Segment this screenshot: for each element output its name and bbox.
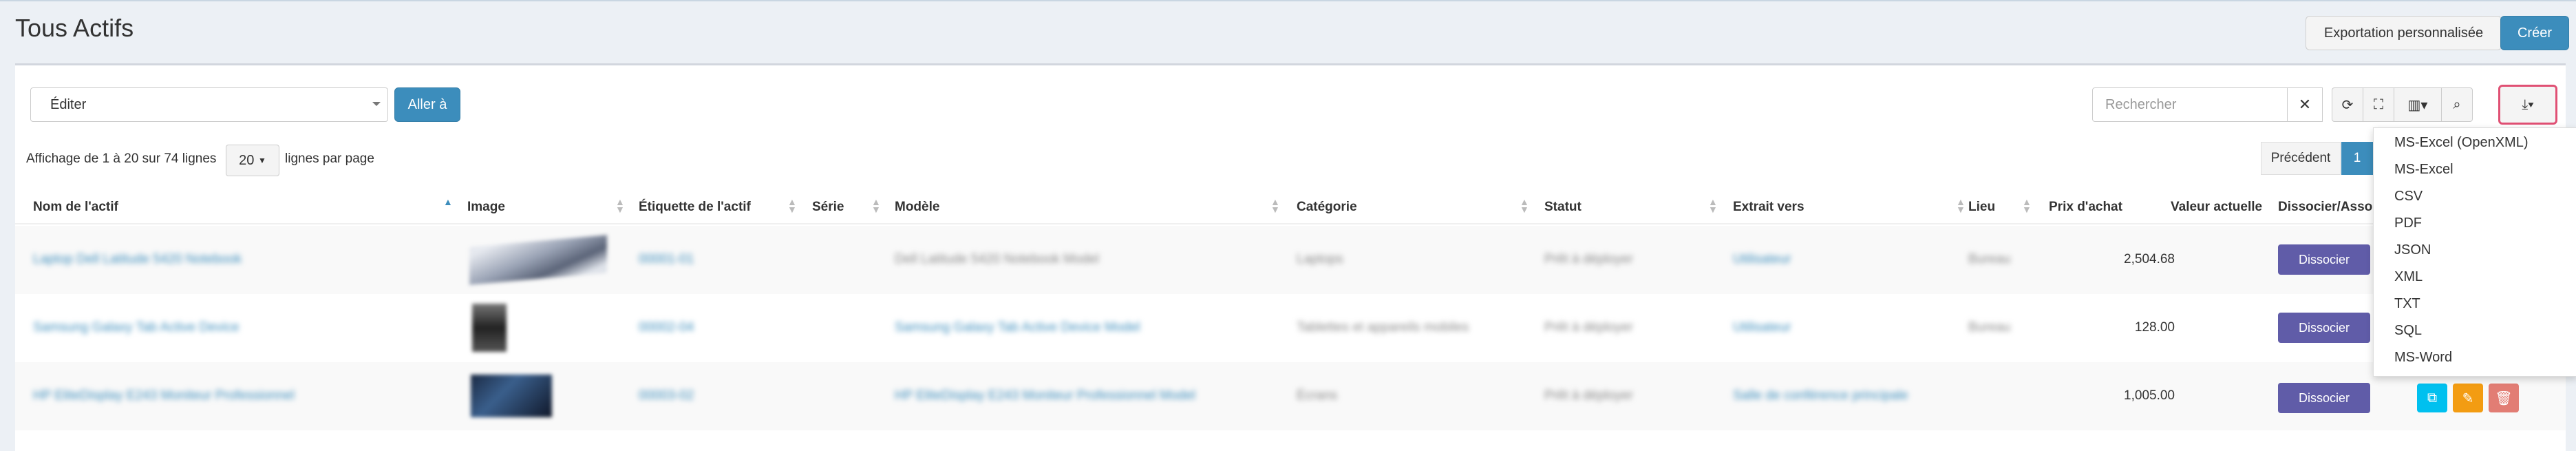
asset-tag-link[interactable]: 00003-02 [639,388,694,403]
sort-icon[interactable]: ▲ ▼ [615,197,625,214]
column-header-category[interactable]: Catégorie [1297,200,1357,215]
asset-thumbnail[interactable] [471,375,552,417]
purchase-cost: 128.00 [2134,320,2175,335]
sort-icon[interactable]: ▲ ▼ [1708,197,1718,214]
checkin-button[interactable]: Dissocier [2278,383,2370,413]
download-icon[interactable]: ⤓▾ [2498,85,2557,125]
purchase-cost: 2,504.68 [2124,252,2175,266]
asset-tag-link[interactable]: 00002-04 [639,320,694,335]
asset-tag-link[interactable]: 00001-01 [639,252,694,267]
export-json[interactable]: JSON [2394,242,2431,258]
export-xml[interactable]: XML [2394,269,2423,285]
chevron-down-icon [372,102,381,106]
asset-thumbnail[interactable] [469,235,607,285]
purchase-cost: 1,005.00 [2124,388,2175,403]
category-link[interactable]: Laptops [1297,252,1343,267]
column-header-serial[interactable]: Série [812,200,844,215]
top-border [0,0,2576,1]
chevron-down-icon: ▼ [257,156,266,165]
export-dropdown-menu: MS-Excel (OpenXML) MS-Excel CSV PDF JSON… [2373,127,2576,377]
sort-icon[interactable]: ▲ ▼ [787,197,797,214]
advanced-search-icon[interactable]: ⌕ [2441,87,2473,122]
location-link[interactable]: Bureau [1968,252,2010,267]
model-link[interactable]: HP EliteDisplay E243 Moniteur Profession… [895,388,1195,403]
checkin-button[interactable]: Dissocier [2278,244,2370,275]
column-header-checked-out-to[interactable]: Extrait vers [1733,200,1805,215]
asset-name-link[interactable]: Laptop Dell Latitude 5420 Notebook [33,252,242,267]
clone-icon[interactable]: ⧉ [2417,384,2447,412]
search-input[interactable]: Rechercher [2092,87,2288,122]
page-size-value: 20 [239,152,255,168]
edit-icon[interactable]: ✎ [2453,384,2483,412]
column-header-model[interactable]: Modèle [895,200,939,215]
column-header-asset-tag[interactable]: Étiquette de l'actif [639,200,751,215]
close-icon[interactable]: ✕ [2287,87,2323,122]
asset-thumbnail[interactable] [472,304,507,352]
columns-icon[interactable]: ▥▾ [2394,87,2442,122]
export-pdf[interactable]: PDF [2394,216,2422,231]
column-header-name[interactable]: Nom de l'actif [33,200,118,215]
export-ms-excel[interactable]: MS-Excel [2394,162,2453,178]
table-header: Nom de l'actif ▲ Image ▲ ▼ Étiquette de l… [15,191,2566,224]
refresh-icon[interactable]: ⟳ [2332,87,2363,122]
category-link[interactable]: Écrans [1297,388,1337,403]
column-header-purchase-cost[interactable]: Prix d'achat [2049,200,2122,215]
column-header-image[interactable]: Image [467,200,505,215]
column-header-current-value[interactable]: Valeur actuelle [2171,200,2262,215]
bulk-action-select[interactable]: Éditer [30,87,388,122]
export-ms-word[interactable]: MS-Word [2394,350,2452,366]
checkin-button[interactable]: Dissocier [2278,313,2370,343]
create-button[interactable]: Créer [2500,16,2569,50]
custom-export-button[interactable]: Exportation personnalisée [2306,16,2502,50]
model-link[interactable]: Dell Latitude 5420 Notebook Model [895,252,1099,267]
sort-icon[interactable]: ▲ ▼ [2022,197,2032,214]
status-label: Prêt à déployer [1544,388,1633,403]
delete-icon[interactable]: 🗑 [2489,384,2519,412]
checked-out-to-link[interactable]: Utilisateur [1733,252,1791,267]
checked-out-to-link[interactable]: Salle de conférence principale [1733,388,1908,403]
export-ms-excel-openxml[interactable]: MS-Excel (OpenXML) [2394,135,2529,151]
asset-name-link[interactable]: Samsung Galaxy Tab Active Device [33,320,239,335]
category-link[interactable]: Tablettes et appareils mobiles [1297,320,1469,335]
column-header-checkin-checkout[interactable]: Dissocier/Associer [2278,200,2374,215]
sort-icon[interactable]: ▲ ▼ [871,197,881,214]
checked-out-to-link[interactable]: Utilisateur [1733,320,1791,335]
export-sql[interactable]: SQL [2394,323,2422,339]
bulk-action-value: Éditer [50,96,87,112]
sort-asc-icon[interactable]: ▲ [443,197,453,207]
export-csv[interactable]: CSV [2394,189,2423,204]
fullscreen-icon[interactable]: ⛶ [2363,87,2394,122]
column-header-location[interactable]: Lieu [1968,200,1995,215]
status-label: Prêt à déployer [1544,252,1633,266]
showing-rows-text: Affichage de 1 à 20 sur 74 lignes [26,151,217,166]
previous-page-button[interactable]: Précédent [2261,142,2341,175]
per-page-label: lignes par page [285,151,374,166]
sort-icon[interactable]: ▲ ▼ [1956,197,1966,214]
page-title: Tous Actifs [15,14,134,42]
table-row: HP EliteDisplay E243 Moniteur Profession… [15,362,2566,430]
page-1-button[interactable]: 1 [2341,142,2373,175]
sort-icon[interactable]: ▲ ▼ [1270,197,1280,214]
page-size-select[interactable]: 20 ▼ [226,145,279,176]
model-link[interactable]: Samsung Galaxy Tab Active Device Model [895,320,1140,335]
goto-button[interactable]: Aller à [394,87,460,122]
table-row: Laptop Dell Latitude 5420 Notebook 00001… [15,226,2566,294]
export-txt[interactable]: TXT [2394,296,2420,312]
sort-icon[interactable]: ▲ ▼ [1520,197,1529,214]
status-label: Prêt à déployer [1544,320,1633,335]
asset-name-link[interactable]: HP EliteDisplay E243 Moniteur Profession… [33,388,295,403]
location-link[interactable]: Bureau [1968,320,2010,335]
table-row: Samsung Galaxy Tab Active Device 00002-0… [15,294,2566,362]
column-header-status[interactable]: Statut [1544,200,1582,215]
